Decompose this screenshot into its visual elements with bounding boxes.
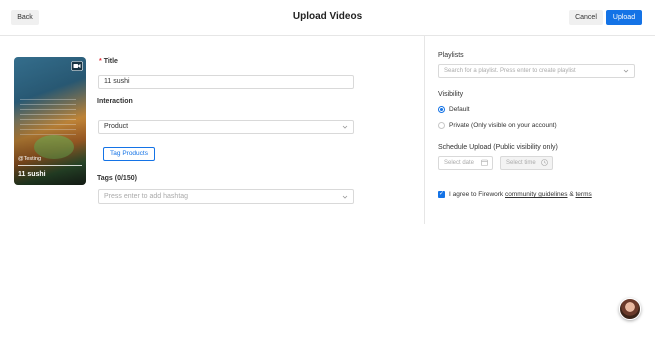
- time-picker[interactable]: Select time: [500, 156, 553, 170]
- video-thumbnail[interactable]: @Testing 11 sushi: [14, 57, 86, 185]
- visibility-private-radio[interactable]: [438, 122, 445, 129]
- tags-input[interactable]: Press enter to add hashtag: [98, 189, 354, 204]
- visibility-private-label: Private (Only visible on your account): [449, 122, 557, 129]
- playlist-search-input[interactable]: Search for a playlist. Press enter to cr…: [438, 64, 635, 78]
- title-label-text: Title: [103, 58, 118, 65]
- date-picker[interactable]: Select date: [438, 156, 493, 170]
- interaction-label: Interaction: [97, 98, 133, 105]
- playlists-label: Playlists: [438, 52, 464, 59]
- chevron-down-icon: [623, 69, 629, 73]
- tags-label: Tags (0/150): [97, 175, 137, 182]
- clock-icon: [541, 159, 548, 166]
- date-placeholder: Select date: [444, 160, 475, 166]
- video-camera-icon: [71, 61, 83, 71]
- page-title: Upload Videos: [292, 11, 363, 22]
- agree-prefix: I agree to Firework: [449, 191, 504, 198]
- interaction-select[interactable]: Product: [98, 120, 354, 134]
- visibility-label: Visibility: [438, 91, 464, 98]
- agree-amp: &: [569, 191, 574, 198]
- visibility-default-radio[interactable]: [438, 106, 445, 113]
- interaction-select-value: Product: [104, 123, 129, 130]
- video-progress-bar: [18, 165, 82, 166]
- agree-text: I agree to Firework community guidelines…: [449, 191, 592, 198]
- chevron-down-icon: [342, 125, 348, 129]
- calendar-icon: [481, 159, 488, 166]
- agree-checkbox[interactable]: ✓: [438, 191, 445, 198]
- chevron-down-icon: [342, 195, 348, 199]
- tag-products-button[interactable]: Tag Products: [103, 147, 155, 161]
- terms-link[interactable]: terms: [575, 191, 591, 198]
- tags-input-placeholder: Press enter to add hashtag: [104, 193, 189, 200]
- playlist-search-placeholder: Search for a playlist. Press enter to cr…: [444, 68, 576, 74]
- required-mark: *: [99, 58, 102, 65]
- user-avatar[interactable]: [619, 298, 641, 320]
- video-name: 11 sushi: [18, 171, 46, 178]
- visibility-default-label: Default: [449, 106, 470, 113]
- title-label: * Title: [99, 58, 118, 65]
- title-input[interactable]: 11 sushi: [98, 75, 354, 89]
- upload-button[interactable]: Upload: [606, 10, 642, 25]
- time-placeholder: Select time: [506, 160, 536, 166]
- column-divider: [424, 36, 425, 224]
- video-handle: @Testing: [18, 156, 42, 162]
- cancel-button[interactable]: Cancel: [569, 10, 603, 25]
- top-bar: Back Upload Videos Cancel Upload: [0, 0, 655, 36]
- schedule-label: Schedule Upload (Public visibility only): [438, 144, 558, 151]
- community-guidelines-link[interactable]: community guidelines: [505, 191, 568, 198]
- title-input-value: 11 sushi: [104, 78, 130, 85]
